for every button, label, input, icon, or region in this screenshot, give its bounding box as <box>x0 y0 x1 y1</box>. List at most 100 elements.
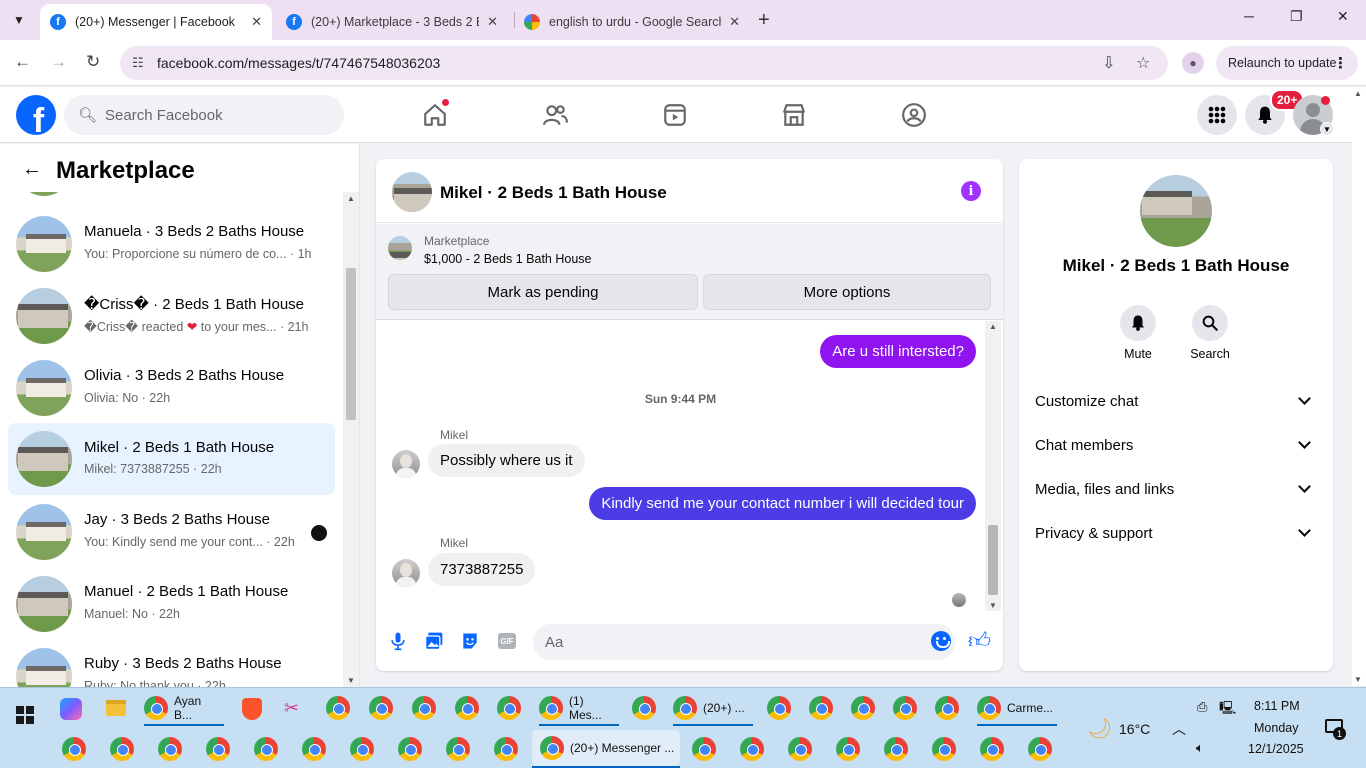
scroll-up-icon[interactable]: ▲ <box>347 194 355 203</box>
chrome-icon[interactable] <box>446 737 470 761</box>
chrome-icon[interactable] <box>884 737 908 761</box>
close-tab-icon[interactable]: ✕ <box>251 14 262 30</box>
nav-friends[interactable] <box>541 101 569 129</box>
scroll-down-icon[interactable]: ▼ <box>347 676 355 685</box>
site-info-icon[interactable]: ☷ <box>132 55 144 71</box>
chat-scrollbar[interactable]: ▲ ▼ <box>985 321 1001 611</box>
listing-title[interactable]: $1,000 - 2 Beds 1 Bath House <box>424 252 591 266</box>
media-files-links-row[interactable]: Media, files and links <box>1035 469 1317 509</box>
weather-temperature[interactable]: 16°C <box>1119 721 1150 737</box>
outgoing-message[interactable]: Are u still intersted? <box>820 335 976 368</box>
conversation-manuela[interactable]: Manuela · 3 Beds 2 Baths House You: Prop… <box>8 210 335 278</box>
address-bar[interactable]: ☷ facebook.com/messages/t/74746754803620… <box>120 46 1168 80</box>
tab-messenger[interactable]: f (20+) Messenger | Facebook ✕ <box>40 4 272 40</box>
chrome-icon[interactable] <box>632 696 656 720</box>
tab-marketplace[interactable]: f (20+) Marketplace - 3 Beds 2 Ba ✕ <box>276 4 508 40</box>
chrome-icon[interactable] <box>494 737 518 761</box>
scrollbar-thumb[interactable] <box>346 268 356 420</box>
sender-avatar[interactable] <box>392 559 420 587</box>
chrome-icon[interactable] <box>935 696 959 720</box>
message-input[interactable] <box>533 624 955 660</box>
search-input[interactable] <box>105 106 326 124</box>
clock-day[interactable]: Monday <box>1254 721 1298 735</box>
chrome-icon[interactable] <box>254 737 278 761</box>
chrome-icon[interactable] <box>851 696 875 720</box>
file-explorer-icon[interactable] <box>106 700 126 716</box>
chat-members-row[interactable]: Chat members <box>1035 425 1317 465</box>
taskbar-chrome-ayan[interactable]: Ayan B... <box>144 690 222 726</box>
tab-search-chevron-icon[interactable]: ▼ <box>6 8 32 32</box>
gif-icon[interactable]: GIF <box>498 633 516 649</box>
customize-chat-row[interactable]: Customize chat <box>1035 381 1317 421</box>
url-text[interactable]: facebook.com/messages/t/747467548036203 <box>157 55 440 71</box>
sender-avatar[interactable] <box>392 450 420 478</box>
conversation-ruby[interactable]: Ruby · 3 Beds 2 Baths House Ruby: No tha… <box>8 642 335 687</box>
mute-button[interactable]: Mute <box>1108 305 1168 361</box>
windows-start-icon[interactable] <box>16 706 34 724</box>
taskbar-chrome-messenger-active[interactable]: (20+) Messenger ... <box>532 730 680 766</box>
info-icon[interactable]: i <box>961 181 981 201</box>
reload-icon[interactable]: ↻ <box>86 52 100 72</box>
chrome-icon[interactable] <box>932 737 956 761</box>
weather-moon-icon[interactable]: 🌙︎ <box>1087 716 1112 741</box>
device-icon[interactable]: ⎙ <box>1197 699 1207 715</box>
chrome-icon[interactable] <box>412 696 436 720</box>
taskbar-chrome-twenty[interactable]: (20+) ... <box>673 690 753 726</box>
listing-thumbnail[interactable] <box>388 236 412 260</box>
microphone-icon[interactable] <box>388 631 408 651</box>
listing-avatar[interactable] <box>1140 175 1212 247</box>
chrome-icon[interactable] <box>158 737 182 761</box>
outgoing-message[interactable]: Kindly send me your contact number i wil… <box>589 487 976 520</box>
conversation-criss[interactable]: �Criss� · 2 Beds 1 Bath House �Criss� re… <box>8 282 335 350</box>
sidebar-scrollbar[interactable]: ▲ ▼ <box>343 192 359 687</box>
profile-icon[interactable]: ● <box>1182 52 1204 74</box>
chrome-icon[interactable] <box>110 737 134 761</box>
chrome-icon[interactable] <box>497 696 521 720</box>
back-arrow-icon[interactable]: ← <box>22 158 42 181</box>
sticker-icon[interactable] <box>460 631 480 651</box>
nav-home[interactable] <box>421 99 449 129</box>
scroll-down-icon[interactable]: ▼ <box>989 601 997 610</box>
facebook-logo-icon[interactable]: f <box>16 95 56 135</box>
facebook-search[interactable]: 🔍︎ <box>64 95 344 135</box>
photo-gallery-icon[interactable] <box>424 631 444 651</box>
chrome-icon[interactable] <box>692 737 716 761</box>
conversation-manuel[interactable]: Manuel · 2 Beds 1 Bath House Manuel: No … <box>8 570 335 638</box>
install-app-icon[interactable]: ⇩ <box>1102 53 1115 73</box>
chrome-icon[interactable] <box>455 696 479 720</box>
chat-avatar[interactable] <box>392 172 432 212</box>
tab-google-search[interactable]: english to urdu - Google Search ✕ <box>514 4 750 40</box>
chrome-icon[interactable] <box>788 737 812 761</box>
search-in-chat-button[interactable]: Search <box>1180 305 1240 361</box>
clock-time[interactable]: 8:11 PM <box>1254 699 1300 713</box>
conversation-olivia[interactable]: Olivia · 3 Beds 2 Baths House Olivia: No… <box>8 354 335 422</box>
chrome-icon[interactable] <box>740 737 764 761</box>
snipping-tool-icon[interactable]: ✂ <box>284 698 299 719</box>
scroll-down-icon[interactable]: ▼ <box>1354 675 1362 684</box>
taskbar-chrome-messenger[interactable]: (1) Mes... <box>539 690 619 726</box>
chrome-icon[interactable] <box>302 737 326 761</box>
close-tab-icon[interactable]: ✕ <box>487 14 498 30</box>
bookmark-star-icon[interactable]: ☆ <box>1136 53 1150 73</box>
taskbar-chrome-carme[interactable]: Carme... <box>977 690 1057 726</box>
chrome-icon[interactable] <box>767 696 791 720</box>
privacy-support-row[interactable]: Privacy & support <box>1035 513 1317 553</box>
mark-as-pending-button[interactable]: Mark as pending <box>388 274 698 310</box>
scrollbar-thumb[interactable] <box>988 525 998 595</box>
chrome-icon[interactable] <box>398 737 422 761</box>
network-icon[interactable]: 🖳︎ <box>1219 699 1236 721</box>
more-options-button[interactable]: More options <box>703 274 991 310</box>
menu-grid-icon[interactable] <box>1197 95 1237 135</box>
chrome-icon[interactable] <box>836 737 860 761</box>
chrome-icon[interactable] <box>980 737 1004 761</box>
conversation-mikel[interactable]: Mikel · 2 Beds 1 Bath House Mikel: 73738… <box>8 423 335 495</box>
nav-groups[interactable] <box>900 101 928 129</box>
clock-date[interactable]: 12/1/2025 <box>1248 742 1304 756</box>
minimize-icon[interactable]: ─ <box>1244 8 1254 24</box>
page-scrollbar[interactable]: ▲ ▼ <box>1352 87 1366 686</box>
close-window-icon[interactable]: ✕ <box>1337 8 1349 25</box>
chrome-icon[interactable] <box>893 696 917 720</box>
forward-arrow-icon[interactable]: → <box>50 52 67 72</box>
nav-marketplace[interactable] <box>780 101 808 129</box>
close-tab-icon[interactable]: ✕ <box>729 14 740 30</box>
